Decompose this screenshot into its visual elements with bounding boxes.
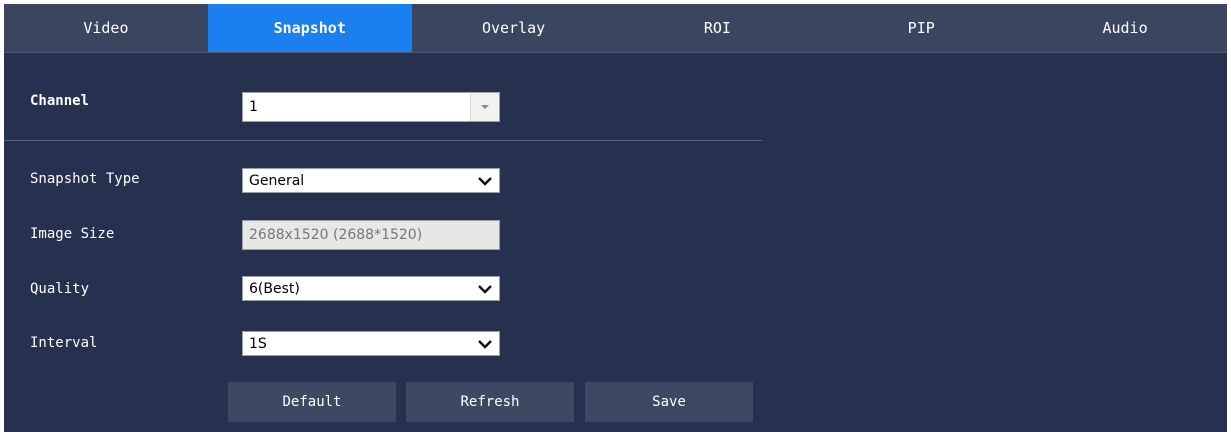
section-divider	[4, 140, 762, 141]
chevron-down-icon[interactable]	[471, 169, 499, 192]
snapshot-type-label: Snapshot Type	[30, 171, 140, 187]
image-size-value: 2688x1520 (2688*1520)	[249, 227, 423, 243]
interval-select[interactable]: 1S	[242, 331, 500, 356]
interval-value: 1S	[249, 335, 267, 352]
channel-label: Channel	[30, 93, 90, 109]
tab-snapshot[interactable]: Snapshot	[207, 4, 412, 52]
tab-bar: Video Snapshot Overlay ROI PIP Audio	[4, 4, 1227, 53]
combo-arrow-icon[interactable]	[470, 93, 499, 121]
save-button[interactable]: Save	[585, 382, 753, 422]
snapshot-settings-panel: Video Snapshot Overlay ROI PIP Audio Cha…	[4, 4, 1227, 432]
quality-select[interactable]: 6(Best)	[242, 276, 500, 301]
channel-value: 1	[249, 99, 258, 115]
tab-audio[interactable]: Audio	[1023, 4, 1227, 52]
chevron-down-icon[interactable]	[471, 332, 499, 355]
image-size-field: 2688x1520 (2688*1520)	[242, 220, 500, 250]
tab-overlay[interactable]: Overlay	[412, 4, 616, 52]
quality-value: 6(Best)	[249, 280, 300, 297]
chevron-down-icon[interactable]	[471, 277, 499, 300]
default-button[interactable]: Default	[228, 382, 396, 422]
tab-video[interactable]: Video	[4, 4, 208, 52]
refresh-button[interactable]: Refresh	[406, 382, 574, 422]
quality-label: Quality	[30, 281, 90, 297]
channel-select[interactable]: 1	[242, 92, 500, 122]
snapshot-type-value: General	[249, 172, 305, 189]
snapshot-type-select[interactable]: General	[242, 168, 500, 193]
tab-pip[interactable]: PIP	[819, 4, 1023, 52]
tab-roi[interactable]: ROI	[615, 4, 819, 52]
image-size-label: Image Size	[30, 226, 115, 242]
interval-label: Interval	[30, 335, 98, 351]
